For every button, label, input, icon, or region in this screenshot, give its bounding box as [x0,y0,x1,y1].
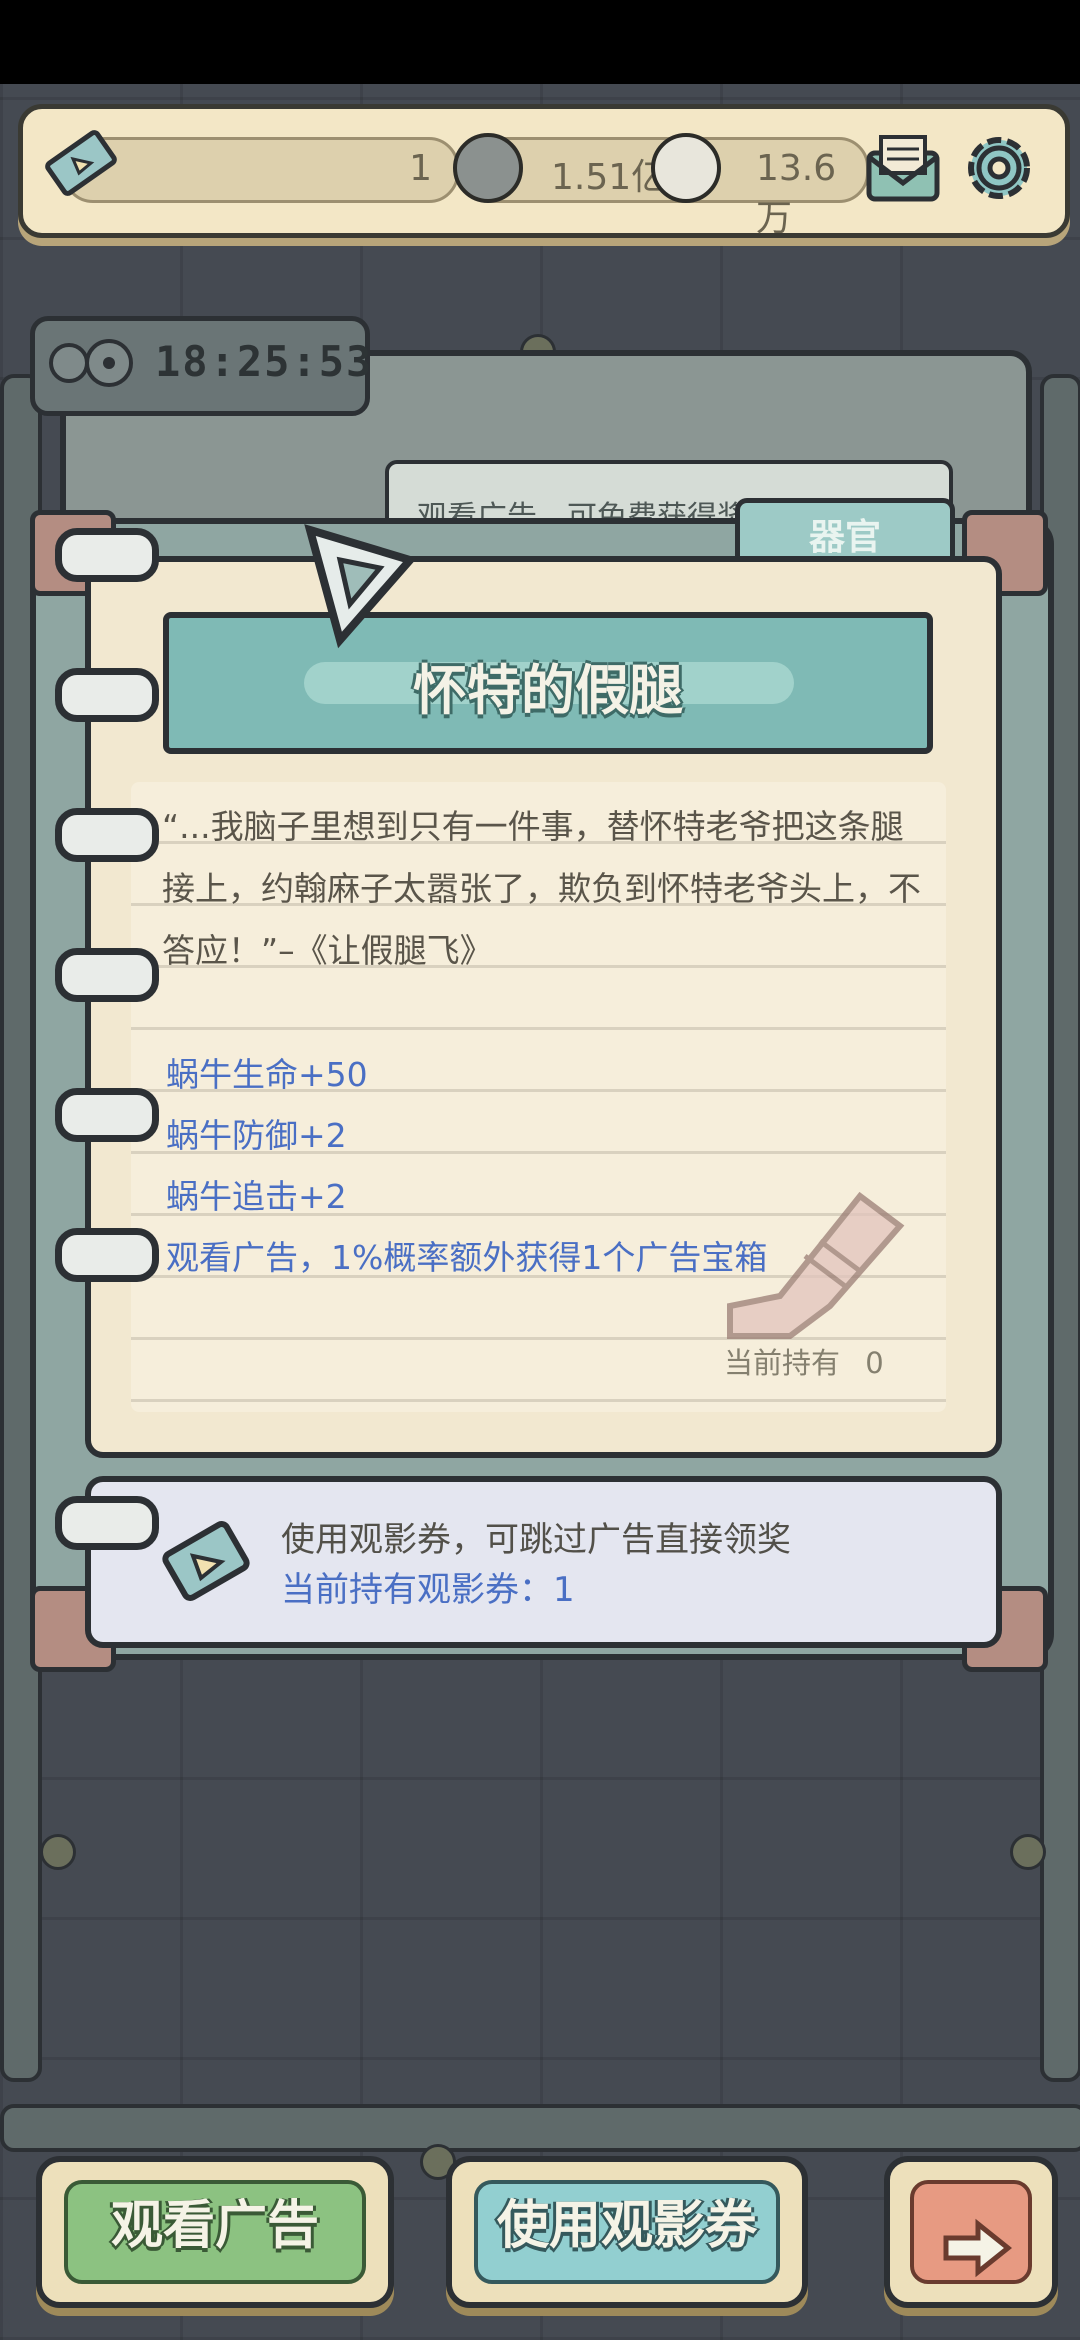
bolt [40,1834,76,1870]
white-snail-gem-icon [651,133,721,203]
tab-organ-label: 器官 [808,517,881,558]
binder-ring [55,668,159,722]
film-ticket-icon [45,130,117,196]
coupon-description: 使用观影券，可跳过广告直接领奖 [281,1520,791,1560]
status-bar [0,0,1080,84]
binder-ring [55,528,159,582]
use-coupon-button[interactable]: 使用观影券 [446,2156,808,2308]
film-reel-icon [49,339,133,387]
countdown-timer: 18:25:53 [155,337,374,386]
film-ticket-icon [162,1521,250,1601]
timer-plate: 18:25:53 [30,316,374,416]
use-coupon-label: 使用观影券 [496,2196,757,2256]
settings-gear-icon[interactable] [958,127,1040,209]
mail-icon[interactable] [863,131,943,203]
ticket-counter[interactable]: 1 [63,137,459,203]
item-title: 怀特的假腿 [413,659,683,722]
prosthetic-leg-icon [727,1191,905,1339]
owned-label-group: 当前持有 0 [724,1340,884,1382]
coin-amount: 1.51亿 [551,157,668,198]
owned-label: 当前持有 [724,1346,841,1380]
arrow-right-icon [943,2218,1012,2278]
binder-ring [55,948,159,1002]
watch-ad-label: 观看广告 [110,2196,319,2256]
watch-ad-button[interactable]: 观看广告 [36,2156,394,2308]
binder-ring [55,1228,159,1282]
pipe-bottom [0,2104,1080,2152]
stat-life: 蜗牛生命+50 [166,1055,368,1094]
paper-plane-clip-icon [304,524,418,649]
owned-count: 0 [865,1346,884,1380]
binder-ring [55,1496,159,1550]
binder-ring [55,808,159,862]
gem-amount: 13.6万 [756,148,837,239]
binder-ring [55,1088,159,1142]
next-face [910,2180,1032,2284]
item-quote: “...我脑子里想到只有一件事，替怀特老爷把这条腿接上，约翰麻子太嚣张了，欺负到… [162,807,921,970]
stat-pursuit: 蜗牛追击+2 [166,1177,347,1216]
bolt [1010,1834,1046,1870]
title-banner: 怀特的假腿 [163,612,933,754]
next-button[interactable] [884,2156,1058,2308]
ticket-count: 1 [409,148,432,189]
resource-bar: 1 1.51亿 13.6万 [18,104,1070,239]
coupon-count: 当前持有观影券：1 [281,1570,575,1610]
stat-defense: 蜗牛防御+2 [166,1116,347,1155]
coupon-info-box: 使用观影券，可跳过广告直接领奖 当前持有观影券：1 [85,1476,1002,1648]
snail-coin-icon [453,133,523,203]
stat-ad-bonus: 观看广告，1%概率额外获得1个广告宝箱 [166,1238,768,1277]
